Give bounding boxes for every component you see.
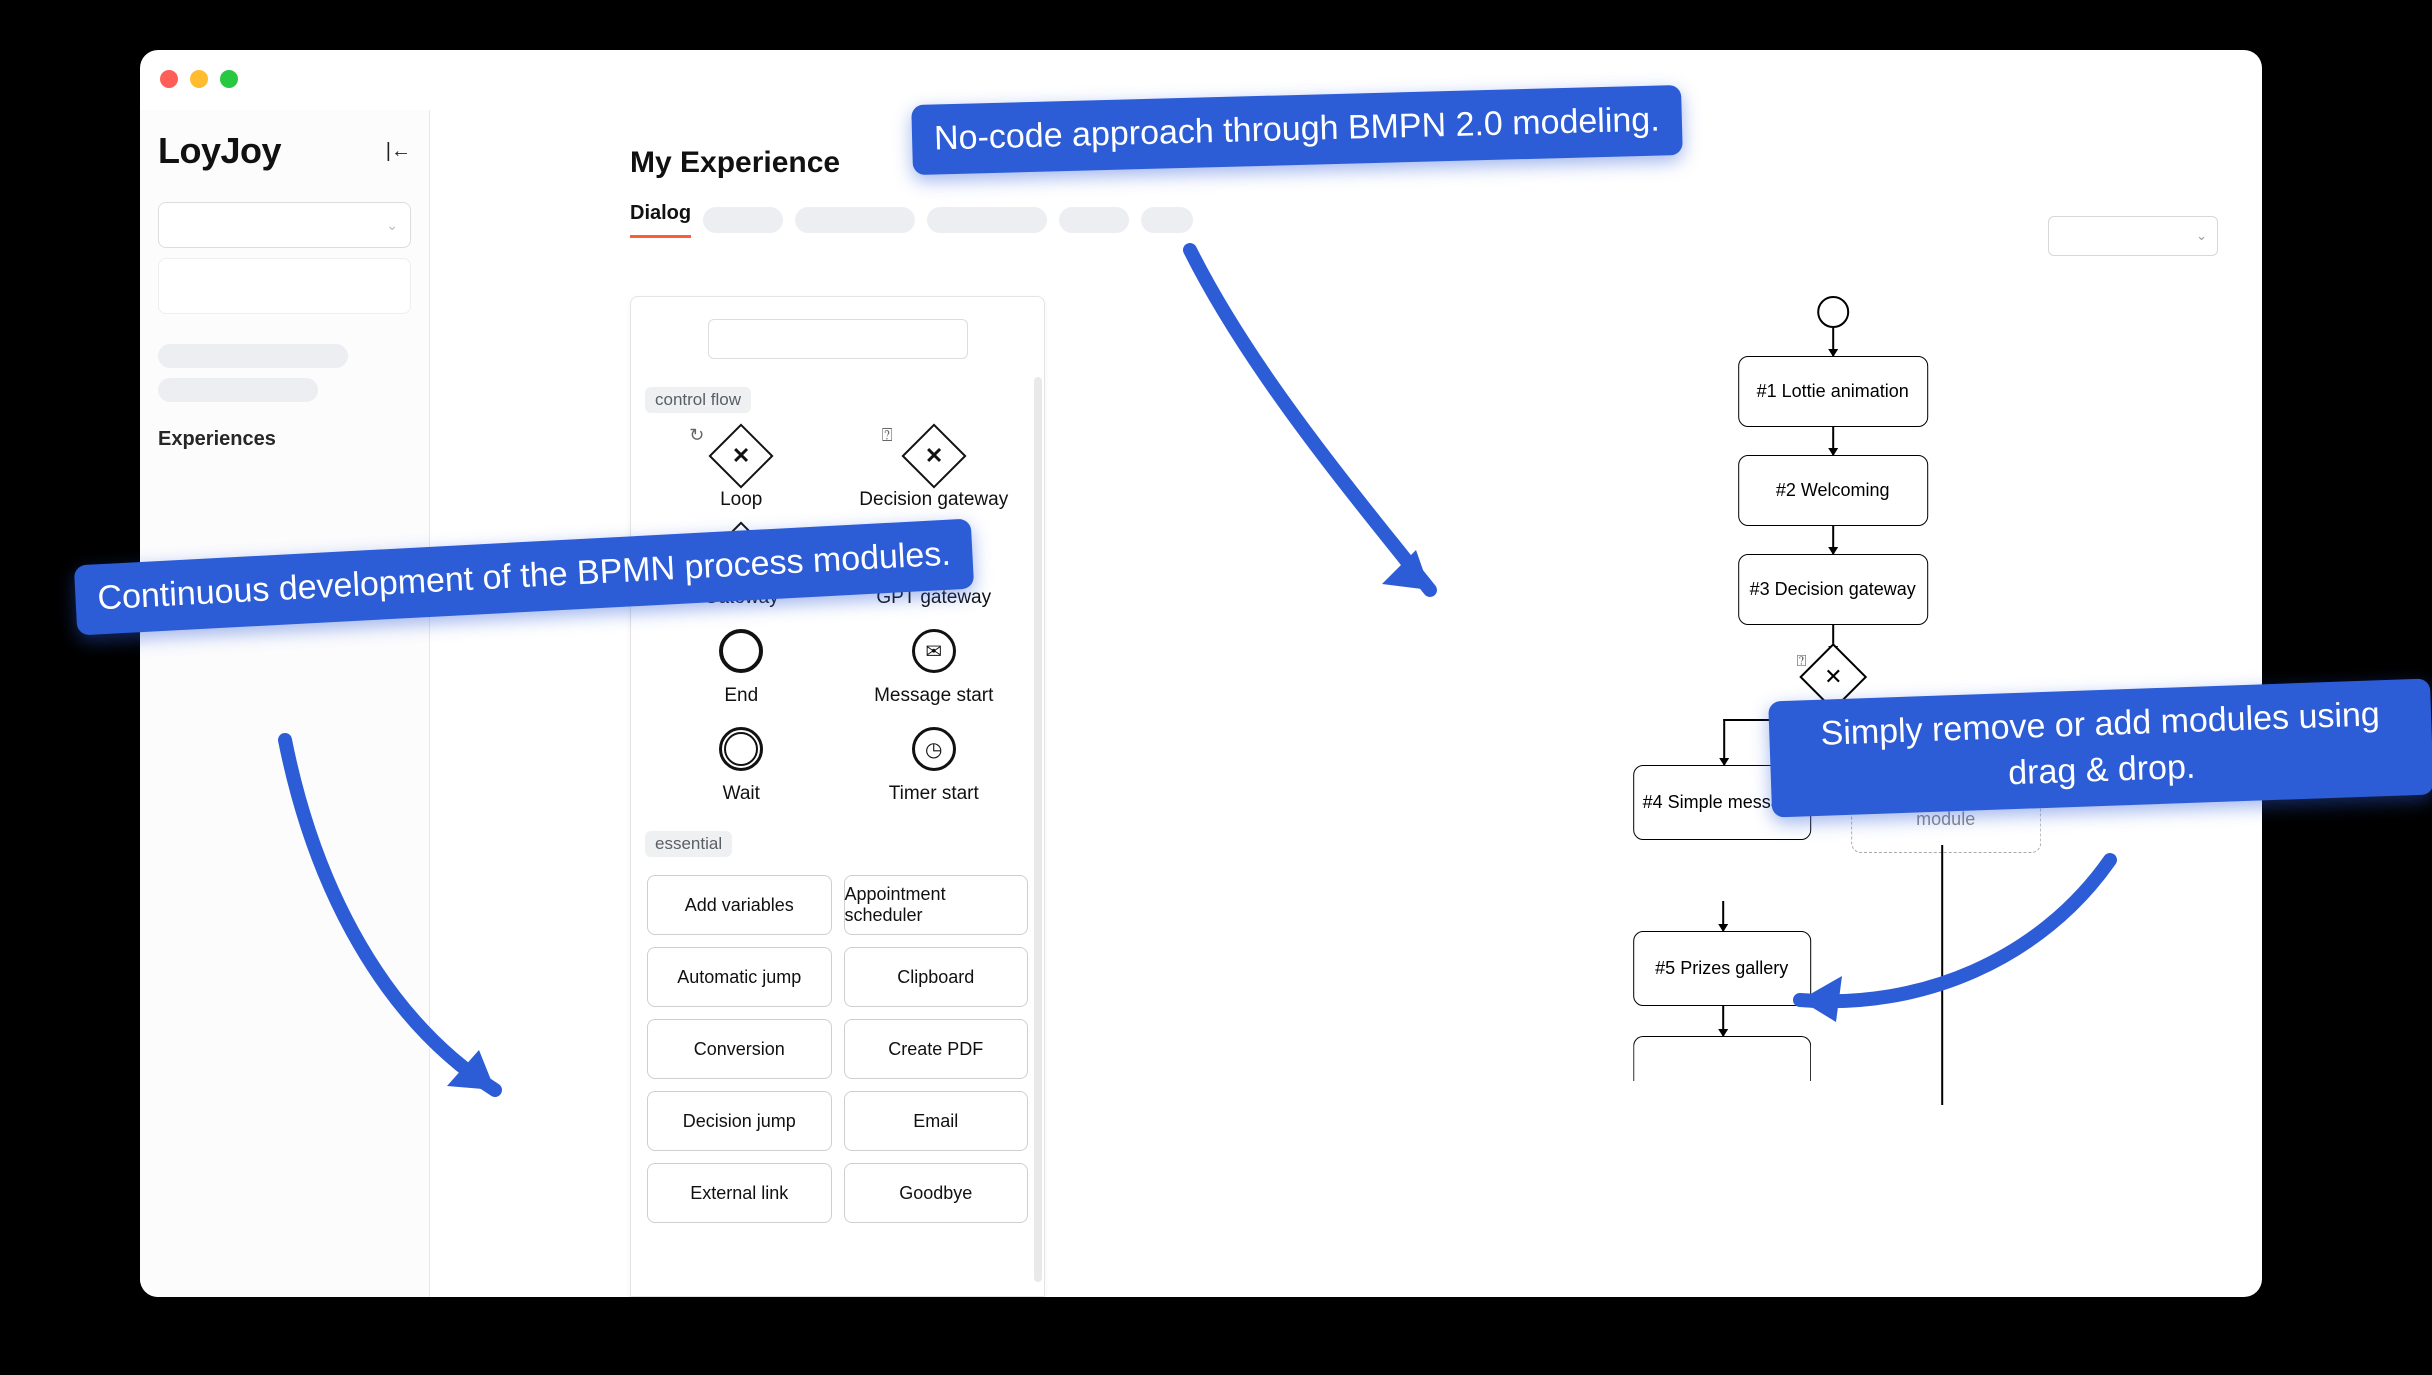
chevron-down-icon: ⌄ [2196,228,2207,244]
collapse-sidebar-icon[interactable]: |← [386,140,411,163]
maximize-window-icon[interactable] [220,70,238,88]
palette-item-wait[interactable]: Wait [651,721,831,805]
window-controls [160,70,238,88]
palette-btn-appointment-scheduler[interactable]: Appointment scheduler [844,875,1029,935]
flow-node-partial[interactable] [1633,1036,1811,1081]
close-window-icon[interactable] [160,70,178,88]
minimize-window-icon[interactable] [190,70,208,88]
flow-node[interactable]: #3 Decision gateway [1738,554,1928,625]
tab-placeholder[interactable] [795,207,915,233]
start-event-icon[interactable] [1817,296,1849,328]
module-palette: control flow ↻ ✕ Loop ⍰ ✕ Decision gatew… [630,296,1045,1297]
tab-bar: Dialog [430,180,2262,238]
page-title: My Experience [630,146,840,180]
palette-search-input[interactable] [708,319,968,359]
group-tag-control-flow: control flow [645,387,751,413]
envelope-icon: ✉ [925,639,942,664]
palette-btn-external-link[interactable]: External link [647,1163,832,1223]
palette-item-timer-start[interactable]: ◷ Timer start [844,721,1024,805]
palette-btn-add-variables[interactable]: Add variables [647,875,832,935]
chevron-down-icon: ⌄ [386,217,398,234]
flow-node[interactable]: #1 Lottie animation [1738,356,1928,427]
brand-logo: LoyJoy [158,130,281,172]
palette-item-message-start[interactable]: ✉ Message start [844,623,1024,707]
question-icon: ⍰ [882,425,893,446]
sidebar: LoyJoy |← ⌄ Experiences [140,110,430,1297]
view-select[interactable]: ⌄ [2048,216,2218,256]
group-tag-essential: essential [645,831,732,857]
palette-item-loop[interactable]: ↻ ✕ Loop [651,427,831,511]
loop-icon: ↻ [689,425,704,446]
flow-node[interactable]: #5 Prizes gallery [1633,931,1811,1006]
palette-item-end[interactable]: End [651,623,831,707]
tab-placeholder[interactable] [703,207,783,233]
annotation-drag-drop: Simply remove or add modules using drag … [1768,678,2432,817]
experiences-heading: Experiences [158,428,411,451]
workspace-select[interactable]: ⌄ [158,202,411,248]
sidebar-skeleton-line [158,344,348,368]
sidebar-skeleton-line [158,378,318,402]
palette-btn-email[interactable]: Email [844,1091,1029,1151]
app-window: LoyJoy |← ⌄ Experiences My Experience Di… [140,50,2262,1297]
palette-btn-clipboard[interactable]: Clipboard [844,947,1029,1007]
sidebar-panel [158,258,411,314]
question-icon: ⍰ [1797,653,1807,671]
palette-btn-automatic-jump[interactable]: Automatic jump [647,947,832,1007]
tab-dialog[interactable]: Dialog [630,202,691,238]
clock-icon: ◷ [925,737,942,762]
palette-btn-create-pdf[interactable]: Create PDF [844,1019,1029,1079]
palette-btn-conversion[interactable]: Conversion [647,1019,832,1079]
palette-scrollbar[interactable] [1034,377,1042,1282]
palette-btn-goodbye[interactable]: Goodbye [844,1163,1029,1223]
tab-placeholder[interactable] [1141,207,1193,233]
palette-btn-decision-jump[interactable]: Decision jump [647,1091,832,1151]
flow-node[interactable]: #2 Welcoming [1738,455,1928,526]
tab-placeholder[interactable] [1059,207,1129,233]
palette-item-decision-gateway[interactable]: ⍰ ✕ Decision gateway [844,427,1024,511]
tab-placeholder[interactable] [927,207,1047,233]
